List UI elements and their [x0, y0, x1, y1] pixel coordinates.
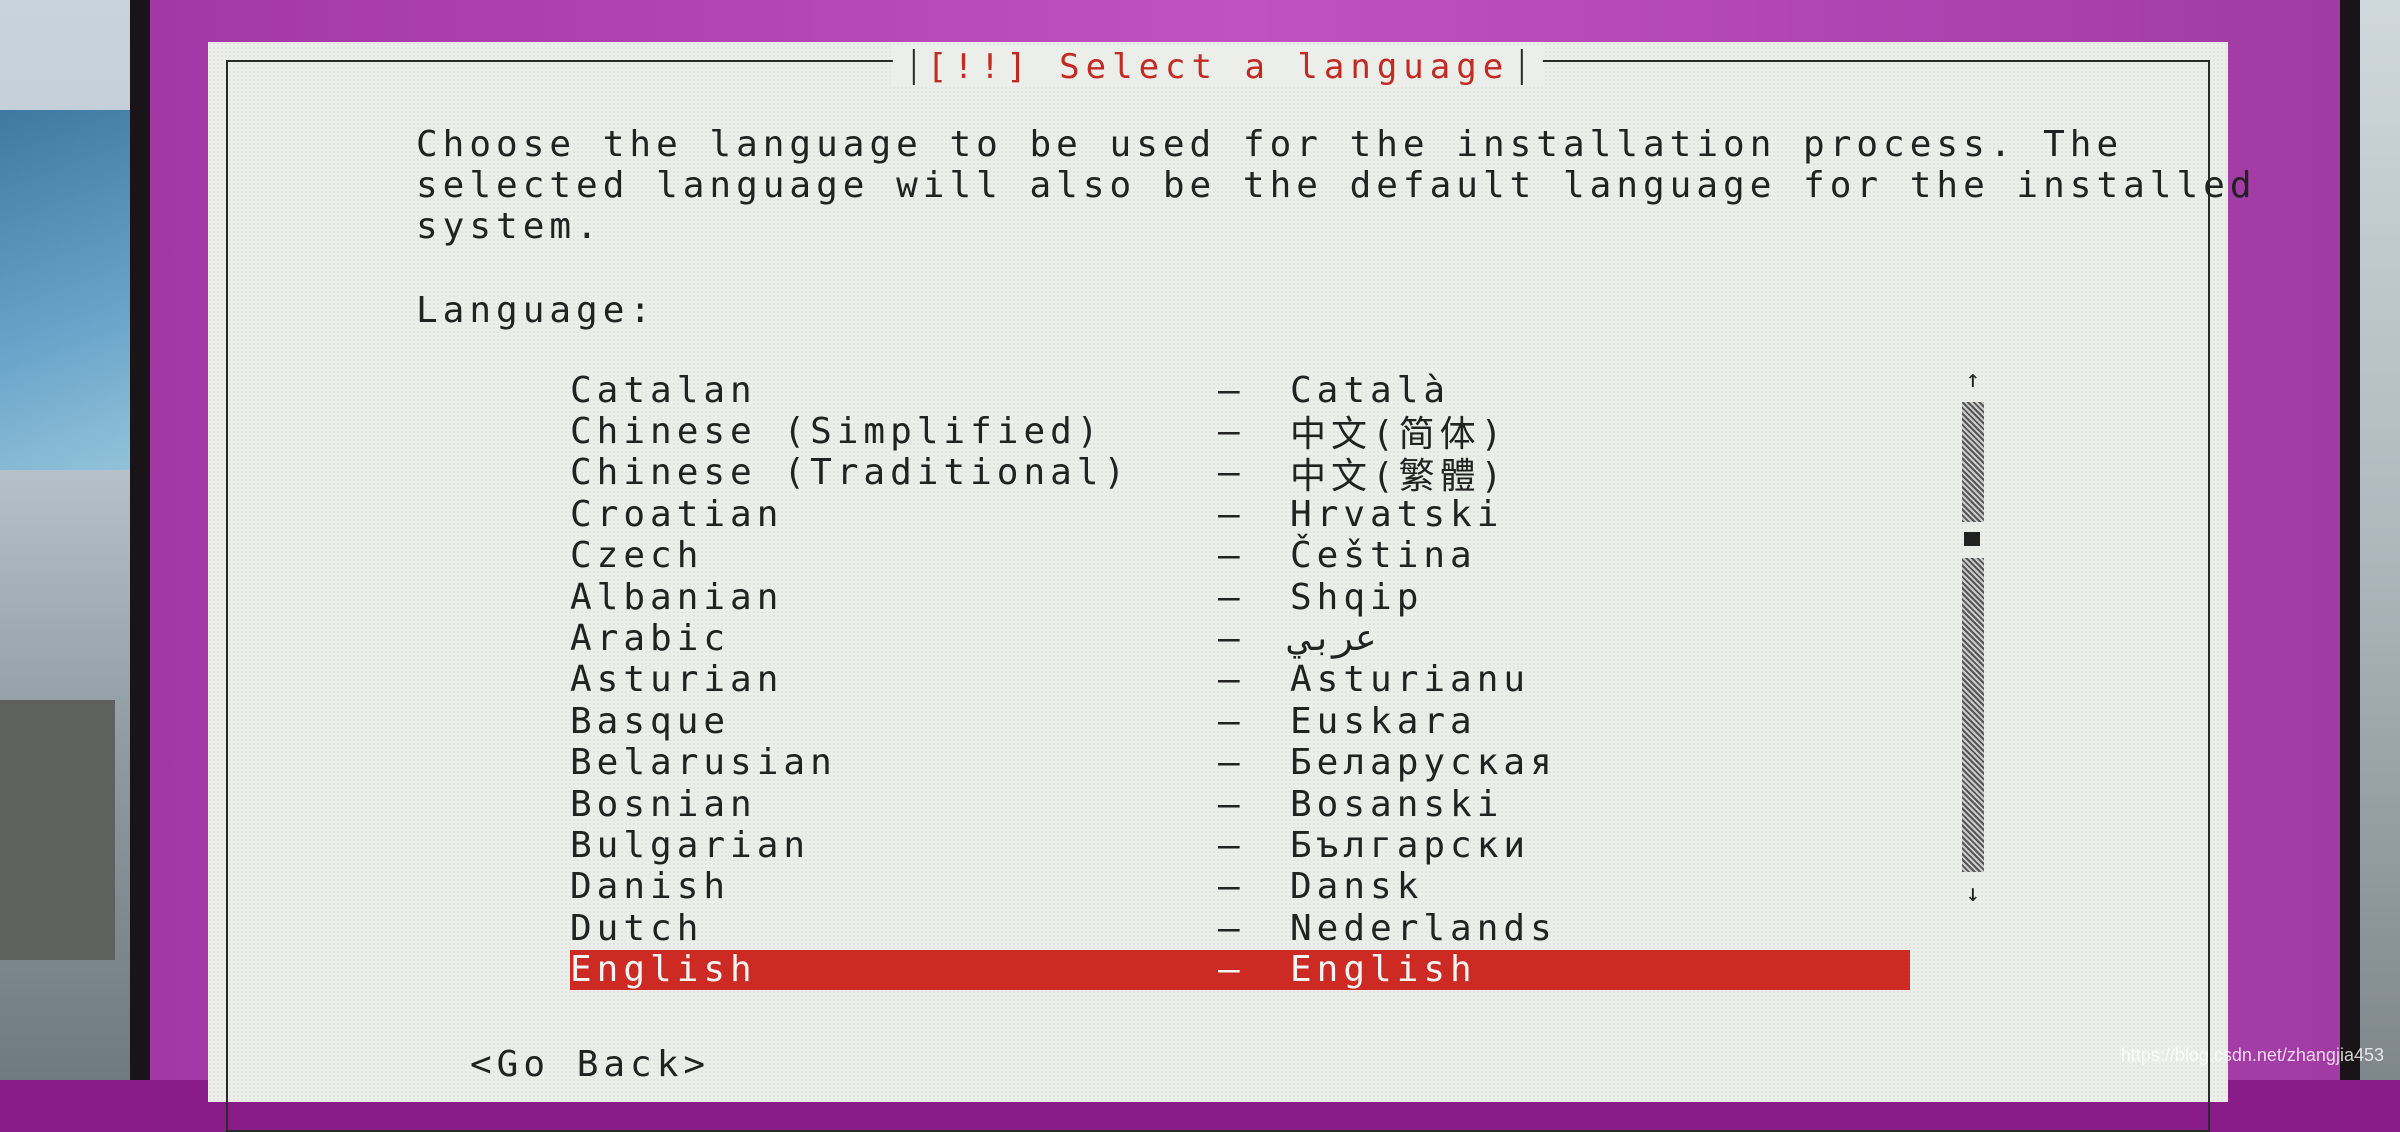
title-left-divider — [912, 49, 915, 85]
language-separator: – — [1218, 907, 1245, 949]
dialog-description: Choose the language to be used for the i… — [416, 124, 2257, 247]
language-native-name: Asturianu — [1290, 659, 1531, 701]
language-native-name: Euskara — [1290, 700, 1477, 742]
background-poster — [0, 110, 130, 470]
scroll-up-arrow-icon[interactable]: ↑ — [1958, 366, 1988, 392]
language-native-name: Беларуская — [1290, 742, 1557, 784]
language-separator: – — [1218, 452, 1245, 494]
language-name: Basque — [570, 700, 731, 742]
language-option[interactable]: Chinese (Simplified) – 中文(简体) — [570, 410, 1910, 456]
language-name: Chinese (Traditional) — [570, 452, 1131, 494]
language-separator: – — [1218, 866, 1245, 908]
language-native-name: Български — [1290, 824, 1531, 866]
language-native-name: Čeština — [1290, 535, 1477, 577]
language-separator: – — [1218, 824, 1245, 866]
background-box — [0, 700, 115, 960]
language-name: Belarusian — [570, 742, 837, 784]
language-native-name: English — [1290, 949, 1477, 991]
language-separator: – — [1218, 493, 1245, 535]
title-right-divider — [1521, 49, 1524, 85]
language-native-name: Bosanski — [1290, 783, 1504, 825]
scroll-track-upper[interactable] — [1962, 402, 1984, 522]
language-option[interactable]: Croatian – Hrvatski — [570, 493, 1910, 535]
language-name: Asturian — [570, 659, 784, 701]
dialog-title-bar: [!!] Select a language — [892, 47, 1544, 87]
dialog-title: [!!] Select a language — [926, 47, 1510, 87]
language-option[interactable]: Asturian – Asturianu — [570, 659, 1910, 701]
language-option[interactable]: Czech – Čeština — [570, 535, 1910, 577]
language-list-scrollbar[interactable]: ↑ ↓ — [1958, 366, 1988, 906]
language-separator: – — [1218, 617, 1245, 659]
language-name: Croatian — [570, 493, 784, 535]
language-option[interactable]: Chinese (Traditional) – 中文(繁體) — [570, 452, 1910, 497]
language-option[interactable]: Catalan – Català — [570, 369, 1910, 411]
language-option[interactable]: Arabic – عربي — [570, 617, 1910, 659]
language-name: English — [570, 949, 757, 991]
language-name: Czech — [570, 535, 704, 577]
language-name: Dutch — [570, 907, 704, 949]
language-separator: – — [1218, 369, 1245, 411]
language-separator: – — [1218, 742, 1245, 784]
language-separator: – — [1218, 700, 1245, 742]
language-option[interactable]: Dutch – Nederlands — [570, 907, 1910, 949]
language-separator: – — [1218, 949, 1245, 991]
language-name: Arabic — [570, 617, 731, 659]
language-separator: – — [1218, 659, 1245, 701]
language-option[interactable]: Basque – Euskara — [570, 700, 1910, 742]
language-name: Chinese (Simplified) — [570, 410, 1104, 452]
language-list-label: Language: — [416, 290, 657, 331]
language-native-name: Shqip — [1290, 576, 1424, 618]
language-native-name: Dansk — [1290, 866, 1424, 908]
go-back-button[interactable]: <Go Back> — [470, 1044, 710, 1085]
scroll-track-lower[interactable] — [1962, 558, 1984, 872]
language-option[interactable]: English – English — [570, 949, 1910, 991]
scroll-thumb[interactable] — [1964, 532, 1980, 546]
language-option[interactable]: Belarusian – Беларуская — [570, 742, 1910, 784]
language-option[interactable]: Bulgarian – Български — [570, 824, 1910, 866]
watermark: https://blog.csdn.net/zhangjia453 — [2120, 1045, 2384, 1065]
language-option[interactable]: Albanian – Shqip — [570, 576, 1910, 618]
language-native-name: Hrvatski — [1290, 493, 1504, 535]
language-separator: – — [1218, 576, 1245, 618]
language-name: Catalan — [570, 369, 757, 411]
language-name: Bosnian — [570, 783, 757, 825]
language-dialog: [!!] Select a language Choose the langua… — [208, 42, 2252, 1132]
installer-screen: [!!] Select a language Choose the langua… — [150, 0, 2340, 1132]
language-name: Danish — [570, 866, 731, 908]
language-separator: – — [1218, 783, 1245, 825]
background-wall-left — [0, 0, 150, 1080]
language-option[interactable]: Bosnian – Bosanski — [570, 783, 1910, 825]
language-native-name: Nederlands — [1290, 907, 1557, 949]
language-separator: – — [1218, 410, 1245, 452]
scroll-down-arrow-icon[interactable]: ↓ — [1958, 880, 1988, 906]
language-option[interactable]: Danish – Dansk — [570, 866, 1910, 908]
language-native-name: عربي — [1290, 617, 1377, 659]
language-name: Bulgarian — [570, 824, 811, 866]
language-name: Albanian — [570, 576, 784, 618]
language-native-name: Català — [1290, 369, 1451, 411]
language-native-name: 中文(繁體) — [1290, 455, 1508, 497]
language-separator: – — [1218, 535, 1245, 577]
